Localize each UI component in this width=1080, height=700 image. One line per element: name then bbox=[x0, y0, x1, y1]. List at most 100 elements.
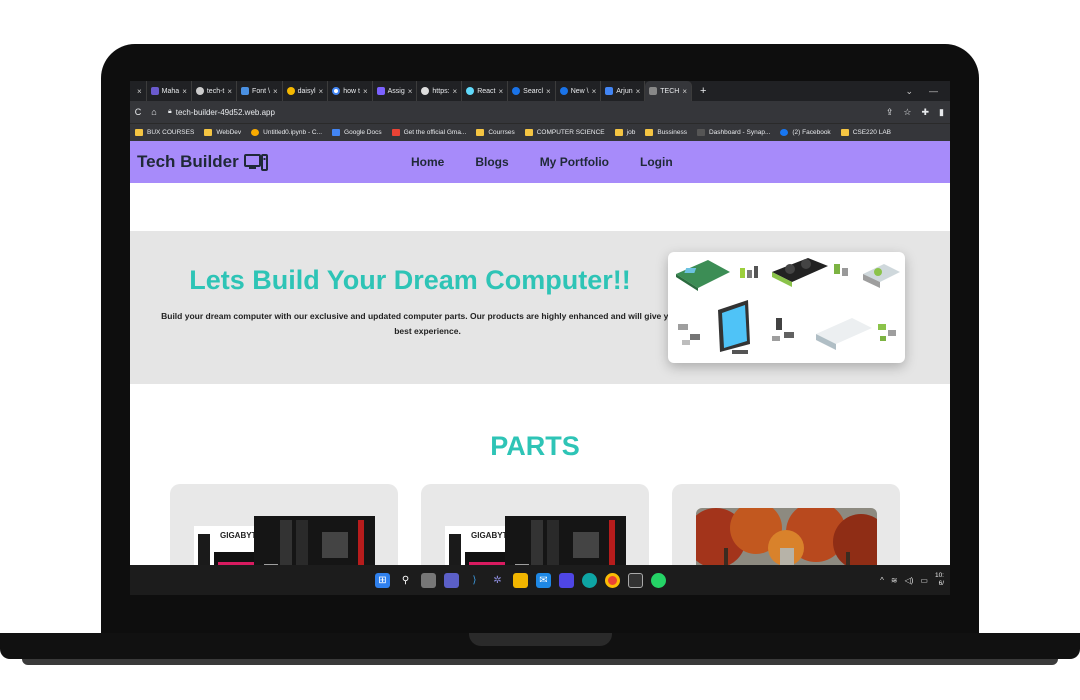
bookmark-2[interactable]: Untitled0.ipynb - C... bbox=[246, 129, 327, 136]
tab-12[interactable]: TECH × bbox=[645, 81, 693, 101]
bookmark-10[interactable]: (2) Facebook bbox=[775, 129, 835, 136]
bookmark-3[interactable]: Google Docs bbox=[327, 129, 387, 136]
new-tab-button[interactable]: + bbox=[692, 85, 714, 97]
bookmark-label: BUX COURSES bbox=[147, 129, 195, 136]
mail-icon[interactable]: ✉ bbox=[536, 572, 551, 588]
bookmark-6[interactable]: COMPUTER SCIENCE bbox=[520, 129, 610, 136]
nav-my-portfolio[interactable]: My Portfolio bbox=[540, 155, 609, 169]
colab-icon bbox=[251, 129, 260, 136]
chevron-down-icon[interactable]: ⌄ bbox=[905, 86, 913, 97]
tab-3[interactable]: Font \ × bbox=[237, 81, 283, 101]
react-icon bbox=[466, 87, 475, 95]
tab-7[interactable]: https: × bbox=[417, 81, 463, 101]
widgets-icon[interactable]: ✲ bbox=[490, 573, 505, 588]
volume-icon[interactable]: ◁) bbox=[905, 576, 914, 585]
tab-favicon-icon bbox=[150, 87, 159, 95]
nav-login[interactable]: Login bbox=[640, 155, 673, 169]
hero-text: Build your dream computer with our exclu… bbox=[161, 311, 694, 336]
docs-icon bbox=[605, 87, 614, 95]
bookmark-0[interactable]: BUX COURSES bbox=[130, 129, 199, 136]
browser-tab-bar: × Maha × tech-t × Font \ × daisyl × how t × A… bbox=[130, 81, 950, 101]
close-tab-icon[interactable]: × bbox=[682, 87, 687, 96]
tab-6[interactable]: Assig × bbox=[373, 81, 418, 101]
url-field[interactable]: 🔒︎ tech-builder-49d52.web.app bbox=[168, 108, 275, 117]
vscode-icon[interactable]: ⟩ bbox=[467, 573, 482, 588]
tab-5[interactable]: how t × bbox=[328, 81, 373, 101]
facebook-icon bbox=[780, 129, 789, 136]
bookmark-9[interactable]: Dashboard - Synap... bbox=[692, 129, 775, 136]
close-tab-icon[interactable]: × bbox=[137, 87, 142, 96]
tab-favicon-icon bbox=[649, 87, 658, 95]
teams-chat-icon[interactable] bbox=[444, 572, 459, 588]
hero-title: Lets Build Your Dream Computer!! bbox=[189, 265, 631, 295]
folder-icon bbox=[204, 129, 213, 136]
bookmark-label: CSE220 LAB bbox=[852, 129, 891, 136]
tab-9[interactable]: Searcl × bbox=[508, 81, 556, 101]
bookmark-8[interactable]: Bussiness bbox=[640, 129, 692, 136]
reload-icon[interactable]: C bbox=[130, 107, 146, 117]
bookmark-1[interactable]: WebDev bbox=[199, 129, 246, 136]
tab-favicon-icon bbox=[376, 87, 385, 95]
nav-home[interactable]: Home bbox=[411, 155, 444, 169]
tab-label: Arjun bbox=[616, 87, 633, 95]
home-icon[interactable]: ⌂ bbox=[146, 107, 162, 117]
edge-icon[interactable] bbox=[582, 572, 597, 588]
part-card[interactable] bbox=[672, 484, 900, 565]
minimize-icon[interactable]: — bbox=[929, 86, 938, 97]
laptop-notch bbox=[469, 633, 612, 646]
bookmark-11[interactable]: CSE220 LAB bbox=[836, 129, 896, 136]
tab-label: https: bbox=[432, 87, 450, 95]
forest-image bbox=[696, 508, 877, 565]
tab-label: Assig bbox=[387, 87, 405, 95]
tab-0[interactable]: × bbox=[130, 81, 147, 101]
extensions-icon[interactable]: ✚ bbox=[922, 107, 930, 118]
share-icon[interactable]: ⇪ bbox=[886, 107, 894, 118]
close-tab-icon[interactable]: × bbox=[227, 87, 232, 96]
close-tab-icon[interactable]: × bbox=[546, 87, 551, 96]
battery-icon[interactable]: ▭ bbox=[920, 576, 928, 585]
close-tab-icon[interactable]: × bbox=[273, 87, 278, 96]
close-tab-icon[interactable]: × bbox=[363, 87, 368, 96]
tab-11[interactable]: Arjun × bbox=[601, 81, 646, 101]
part-card[interactable]: GIGABYTE bbox=[170, 484, 398, 565]
tab-1[interactable]: Maha × bbox=[147, 81, 192, 101]
nav-blogs[interactable]: Blogs bbox=[475, 155, 508, 169]
close-tab-icon[interactable]: × bbox=[408, 87, 413, 96]
tab-10[interactable]: New \ × bbox=[556, 81, 602, 101]
tab-8[interactable]: React × bbox=[462, 81, 509, 101]
close-tab-icon[interactable]: × bbox=[182, 87, 187, 96]
taskbar-apps: ⊞ ⚲ ⟩ ✲ ✉ bbox=[375, 572, 666, 588]
close-tab-icon[interactable]: × bbox=[592, 87, 597, 96]
site-brand[interactable]: Tech Builder bbox=[137, 152, 268, 172]
chrome-icon[interactable] bbox=[605, 572, 620, 588]
search-icon[interactable]: ⚲ bbox=[398, 573, 413, 588]
chevron-up-icon[interactable]: ^ bbox=[880, 576, 884, 585]
close-tab-icon[interactable]: × bbox=[636, 87, 641, 96]
computer-parts-illustration bbox=[676, 258, 900, 354]
part-card[interactable]: GIGABYTE bbox=[421, 484, 649, 565]
bookmark-7[interactable]: job bbox=[610, 129, 641, 136]
bookmark-label: COMPUTER SCIENCE bbox=[536, 129, 605, 136]
nav-links: Home Blogs My Portfolio Login bbox=[411, 155, 673, 169]
bookmark-5[interactable]: Courrses bbox=[471, 129, 519, 136]
app-icon[interactable] bbox=[559, 572, 574, 588]
google-icon bbox=[332, 87, 341, 95]
clock[interactable]: 10: 6/ bbox=[935, 572, 944, 588]
github-icon bbox=[195, 87, 204, 95]
windows-start-icon[interactable]: ⊞ bbox=[375, 572, 390, 588]
close-tab-icon[interactable]: × bbox=[499, 87, 504, 96]
file-explorer-icon[interactable] bbox=[513, 572, 528, 588]
whatsapp-icon[interactable] bbox=[651, 572, 666, 588]
folder-icon bbox=[135, 129, 143, 136]
terminal-icon[interactable] bbox=[628, 572, 643, 588]
close-tab-icon[interactable]: × bbox=[319, 87, 324, 96]
bookmarks-bar: BUX COURSES WebDev Untitled0.ipynb - C..… bbox=[130, 123, 950, 141]
task-view-icon[interactable] bbox=[421, 572, 436, 588]
close-tab-icon[interactable]: × bbox=[453, 87, 458, 96]
sidebar-icon[interactable]: ▮ bbox=[939, 107, 944, 118]
star-icon[interactable]: ☆ bbox=[903, 107, 911, 118]
tab-4[interactable]: daisyl × bbox=[283, 81, 329, 101]
bookmark-4[interactable]: Get the official Gma... bbox=[387, 129, 472, 136]
tab-2[interactable]: tech-t × bbox=[192, 81, 238, 101]
wifi-icon[interactable]: ≋ bbox=[891, 576, 898, 585]
